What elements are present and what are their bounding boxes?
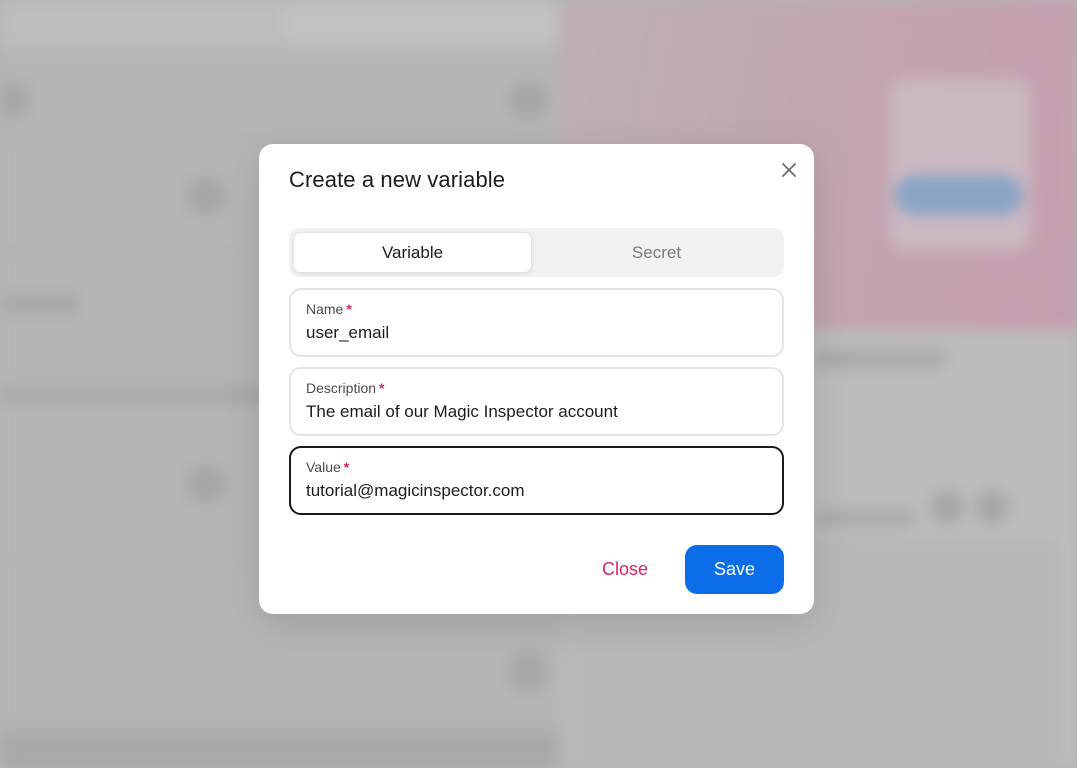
name-field-label: Name * [306, 301, 352, 317]
value-field-label: Value * [306, 459, 350, 475]
background-text-bar [0, 386, 270, 404]
close-button[interactable]: Close [589, 545, 661, 594]
background-text-bar [0, 730, 560, 768]
create-variable-modal: Create a new variable Variable Secret Na… [259, 144, 814, 614]
background-card-pill [895, 175, 1023, 215]
close-icon[interactable] [779, 160, 799, 180]
description-field-label: Description * [306, 380, 385, 396]
background-avatar [186, 176, 226, 216]
tab-secret[interactable]: Secret [537, 232, 776, 273]
description-field[interactable]: Description * The email of our Magic Insp… [289, 367, 784, 436]
background-avatar [508, 80, 548, 120]
required-asterisk: * [343, 459, 350, 475]
name-field[interactable]: Name * user_email [289, 288, 784, 357]
background-text-bar [0, 294, 80, 314]
name-field-value[interactable]: user_email [306, 323, 389, 343]
background-text-bar [815, 350, 945, 368]
background-text-bar [815, 510, 915, 526]
value-field-value[interactable]: tutorial@magicinspector.com [306, 481, 525, 501]
background-avatar [930, 490, 964, 524]
background-card [890, 80, 1030, 250]
tab-variable[interactable]: Variable [293, 232, 532, 273]
background-avatar [186, 464, 226, 504]
background-avatar [508, 652, 548, 692]
save-button[interactable]: Save [685, 545, 784, 594]
variable-type-switch: Variable Secret [289, 228, 784, 277]
modal-title: Create a new variable [289, 167, 506, 192]
background-row-divider [0, 140, 560, 141]
description-field-value[interactable]: The email of our Magic Inspector account [306, 402, 618, 422]
required-asterisk: * [346, 301, 352, 317]
background-avatar [975, 490, 1009, 524]
background-topbar-input [285, 4, 555, 44]
value-field[interactable]: Value * tutorial@magicinspector.com [289, 446, 784, 515]
required-asterisk: * [379, 380, 385, 396]
background-row-divider [0, 720, 560, 721]
